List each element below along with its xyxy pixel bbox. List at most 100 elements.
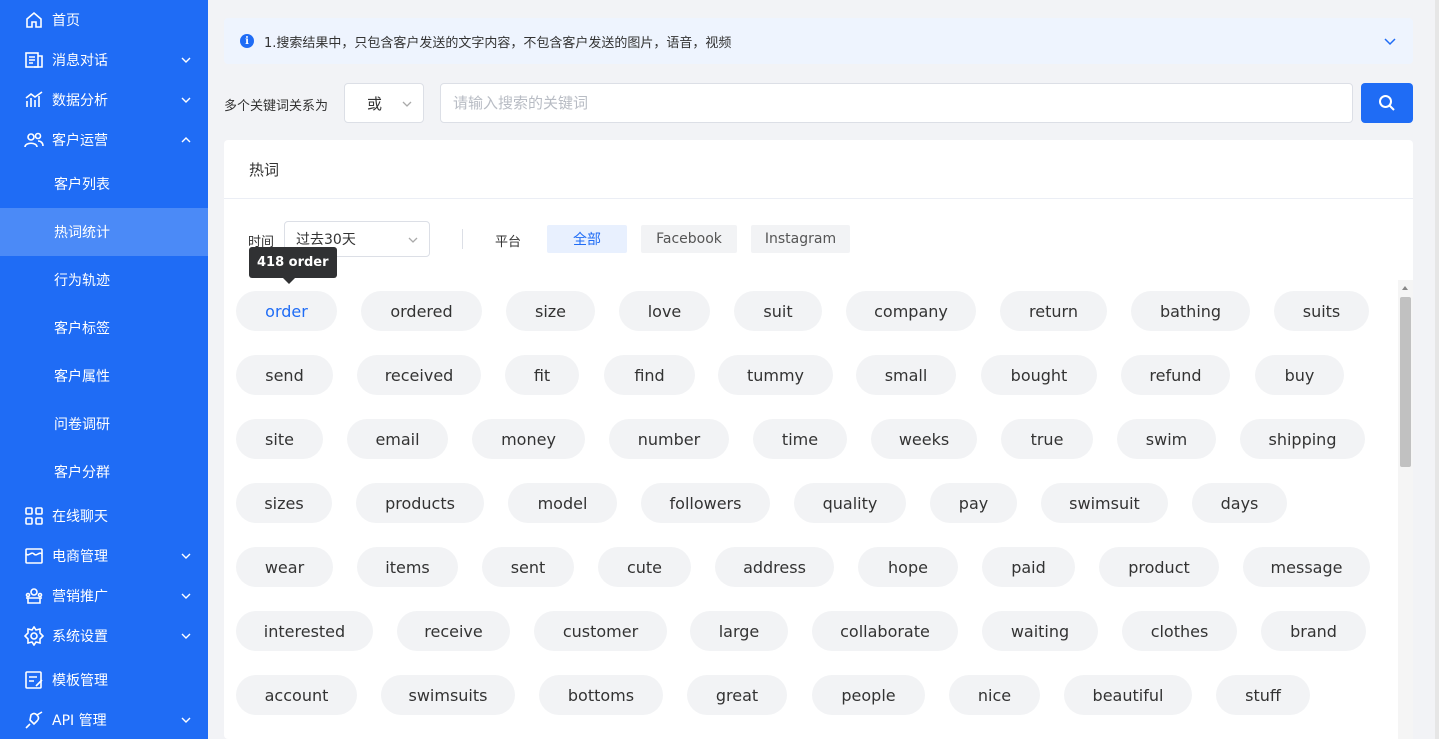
sidebar-item-settings[interactable]: 系统设置: [0, 616, 208, 656]
hotword-tag[interactable]: swim: [1117, 419, 1216, 459]
search-input[interactable]: [440, 83, 1353, 123]
sidebar-item-analytics[interactable]: 数据分析: [0, 80, 208, 120]
sidebar-item-messages[interactable]: 消息对话: [0, 40, 208, 80]
hotword-tag[interactable]: receive: [397, 611, 510, 651]
hotword-tag[interactable]: company: [846, 291, 976, 331]
hotword-tag[interactable]: fit: [505, 355, 579, 395]
hotword-tag[interactable]: wear: [236, 547, 333, 587]
hotword-tag[interactable]: account: [236, 675, 357, 715]
sidebar-item-customer-ops[interactable]: 客户运营: [0, 120, 208, 160]
hotword-tag[interactable]: paid: [982, 547, 1075, 587]
hotword-tag[interactable]: sizes: [236, 483, 332, 523]
hotword-tag[interactable]: brand: [1261, 611, 1366, 651]
hotword-tag[interactable]: message: [1243, 547, 1370, 587]
scroll-up-arrow-icon[interactable]: [1402, 286, 1408, 290]
hotword-tag[interactable]: send: [236, 355, 333, 395]
sidebar-item-marketing[interactable]: 营销推广: [0, 576, 208, 616]
hotword-tag[interactable]: sent: [482, 547, 574, 587]
hotword-tag[interactable]: followers: [641, 483, 770, 523]
hotword-tag[interactable]: suits: [1274, 291, 1369, 331]
hotword-tag[interactable]: tummy: [718, 355, 833, 395]
hotword-tag[interactable]: pay: [930, 483, 1017, 523]
hotword-tag[interactable]: nice: [949, 675, 1040, 715]
sidebar-item-templates[interactable]: 模板管理: [0, 660, 208, 700]
sidebar-subitem-label: 客户标签: [54, 321, 110, 337]
hotword-tag[interactable]: find: [604, 355, 695, 395]
hotword-tag[interactable]: small: [856, 355, 956, 395]
sidebar-subitem-segments[interactable]: 客户分群: [0, 448, 208, 496]
page-scrollbar[interactable]: [1435, 0, 1439, 739]
hotword-tag[interactable]: days: [1192, 483, 1287, 523]
hotword-tag[interactable]: size: [506, 291, 595, 331]
hotword-tag[interactable]: shipping: [1240, 419, 1365, 459]
hotword-tag[interactable]: love: [619, 291, 710, 331]
tags-scrollbar[interactable]: [1398, 280, 1413, 739]
sidebar-subitem-survey[interactable]: 问卷调研: [0, 400, 208, 448]
tag-row: account swimsuits bottoms great people nice be…: [236, 675, 1386, 715]
sidebar-subitem-customer-tags[interactable]: 客户标签: [0, 304, 208, 352]
sidebar-item-api[interactable]: API 管理: [0, 700, 208, 739]
hotword-tag[interactable]: refund: [1121, 355, 1230, 395]
users-icon: [24, 130, 44, 150]
promo-icon: [24, 586, 44, 606]
sidebar-subitem-customer-list[interactable]: 客户列表: [0, 160, 208, 208]
platform-facebook-button[interactable]: Facebook: [641, 225, 737, 253]
hotword-card: 热词 时间 过去30天 平台 全部 Facebook Instagram 418…: [224, 140, 1413, 739]
hotword-tag[interactable]: large: [690, 611, 788, 651]
sidebar-item-label: 消息对话: [52, 53, 108, 69]
hotword-tag[interactable]: people: [812, 675, 925, 715]
sidebar-subitem-customer-attrs[interactable]: 客户属性: [0, 352, 208, 400]
hotword-tag[interactable]: email: [347, 419, 448, 459]
sidebar-item-ecommerce[interactable]: 电商管理: [0, 536, 208, 576]
sidebar-item-live-chat[interactable]: 在线聊天: [0, 496, 208, 536]
relation-select[interactable]: 或: [344, 83, 424, 123]
hotword-tag[interactable]: swimsuits: [381, 675, 515, 715]
hotword-tag[interactable]: time: [753, 419, 847, 459]
hotword-tag[interactable]: items: [357, 547, 458, 587]
hotword-tag[interactable]: address: [715, 547, 834, 587]
chevron-up-icon: [181, 137, 191, 143]
hotword-tag[interactable]: site: [236, 419, 323, 459]
chevron-down-icon[interactable]: [1383, 34, 1397, 48]
hotword-tag[interactable]: collaborate: [812, 611, 958, 651]
hotword-tag[interactable]: received: [357, 355, 481, 395]
hotword-tag[interactable]: ordered: [361, 291, 482, 331]
template-icon: [24, 670, 44, 690]
tag-tooltip: 418 order: [249, 247, 337, 284]
hotword-tag[interactable]: waiting: [982, 611, 1098, 651]
hotword-tag[interactable]: buy: [1255, 355, 1344, 395]
hotword-tag[interactable]: bottoms: [539, 675, 663, 715]
hotword-tag[interactable]: true: [1001, 419, 1093, 459]
hotword-tag[interactable]: model: [508, 483, 617, 523]
hotword-tag[interactable]: money: [472, 419, 585, 459]
hotword-tag[interactable]: product: [1099, 547, 1219, 587]
hotword-tag[interactable]: customer: [534, 611, 667, 651]
hotword-tag[interactable]: great: [687, 675, 787, 715]
platform-all-button[interactable]: 全部: [547, 225, 627, 253]
hotword-tag[interactable]: stuff: [1216, 675, 1310, 715]
hotword-tag[interactable]: bathing: [1131, 291, 1250, 331]
chevron-down-icon: [402, 101, 412, 107]
sidebar-subitem-behavior-track[interactable]: 行为轨迹: [0, 256, 208, 304]
hotword-tag[interactable]: number: [609, 419, 729, 459]
sidebar-subitem-hotword-stats[interactable]: 热词统计: [0, 208, 208, 256]
hotword-tag[interactable]: quality: [794, 483, 906, 523]
sidebar-item-home[interactable]: 首页: [0, 0, 208, 40]
hotword-tag[interactable]: interested: [236, 611, 373, 651]
hotword-tag[interactable]: weeks: [871, 419, 977, 459]
hotword-tag[interactable]: return: [1000, 291, 1107, 331]
hotword-tag[interactable]: clothes: [1122, 611, 1237, 651]
sidebar-item-label: 数据分析: [52, 93, 108, 109]
hotword-tag[interactable]: hope: [858, 547, 958, 587]
platform-instagram-button[interactable]: Instagram: [751, 225, 850, 253]
hotword-tag[interactable]: cute: [598, 547, 691, 587]
chevron-down-icon: [408, 237, 418, 243]
hotword-tag[interactable]: bought: [981, 355, 1097, 395]
hotword-tag[interactable]: beautiful: [1064, 675, 1192, 715]
hotword-tag[interactable]: order: [236, 291, 337, 331]
hotword-tag[interactable]: products: [356, 483, 484, 523]
search-button[interactable]: [1361, 83, 1413, 123]
hotword-tag[interactable]: suit: [734, 291, 822, 331]
scrollbar-thumb[interactable]: [1400, 297, 1411, 467]
hotword-tag[interactable]: swimsuit: [1041, 483, 1168, 523]
